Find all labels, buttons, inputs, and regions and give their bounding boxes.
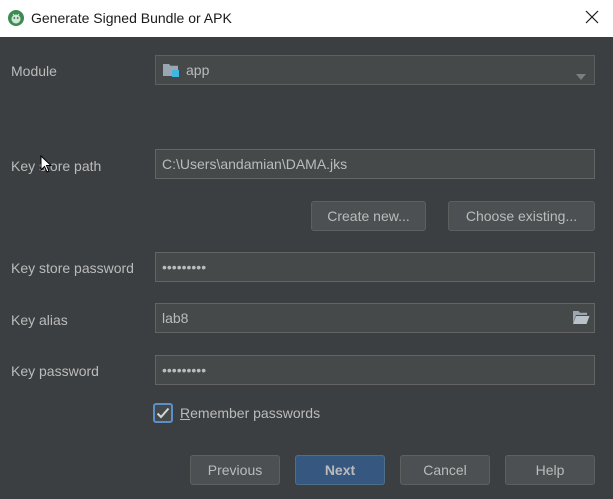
module-folder-icon	[162, 62, 180, 78]
window-title: Generate Signed Bundle or APK	[31, 10, 232, 26]
key-password-field[interactable]: •••••••••	[155, 355, 595, 385]
module-value: app	[186, 62, 210, 78]
key-store-password-field[interactable]: •••••••••	[155, 252, 595, 282]
key-password-label: Key password	[11, 363, 99, 379]
cancel-button[interactable]: Cancel	[400, 455, 490, 485]
chevron-down-icon	[576, 67, 586, 83]
choose-existing-button[interactable]: Choose existing...	[448, 201, 595, 231]
remember-passwords-checkbox[interactable]: Remember passwords	[153, 403, 320, 423]
help-button[interactable]: Help	[505, 455, 595, 485]
close-button[interactable]	[570, 0, 613, 37]
checkbox-checked-icon	[153, 403, 173, 423]
dialog-content: Module app Key store path C:\Users\andam…	[0, 37, 613, 499]
module-combobox[interactable]: app	[155, 55, 595, 85]
module-label: Module	[11, 63, 57, 79]
key-store-path-label: Key store path	[11, 158, 102, 174]
folder-open-icon[interactable]	[572, 310, 590, 325]
remember-passwords-label: Remember passwords	[180, 405, 321, 421]
key-alias-field[interactable]: lab8	[155, 303, 595, 333]
close-icon	[585, 10, 599, 27]
create-new-button[interactable]: Create new...	[311, 201, 426, 231]
previous-button[interactable]: Previous	[190, 455, 280, 485]
mouse-cursor-icon	[40, 154, 53, 176]
key-alias-label: Key alias	[11, 312, 68, 328]
title-bar: Generate Signed Bundle or APK	[0, 0, 613, 37]
key-store-password-label: Key store password	[11, 260, 134, 276]
android-studio-icon	[8, 10, 24, 26]
key-store-path-input[interactable]: C:\Users\andamian\DAMA.jks	[155, 149, 595, 179]
key-alias-value: lab8	[162, 310, 189, 326]
next-button[interactable]: Next	[295, 455, 385, 485]
